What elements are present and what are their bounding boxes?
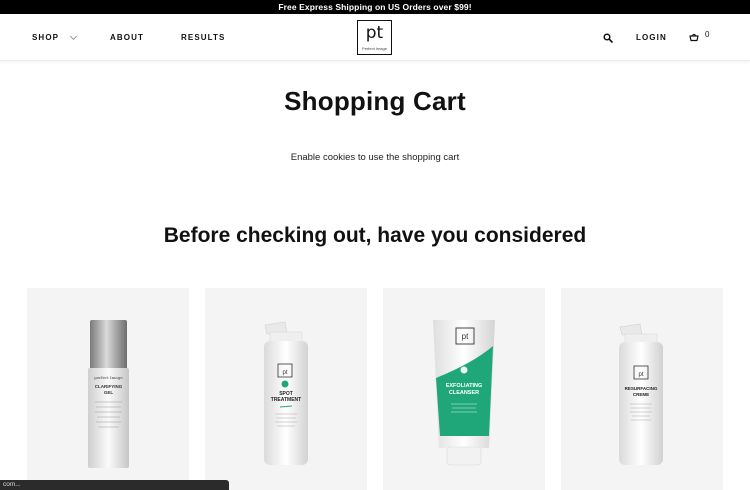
product-brand: perfect Image xyxy=(94,375,123,380)
product-card-exfoliating-cleanser[interactable]: pt EXFOLIATING CLEANSER xyxy=(383,288,545,490)
product-brand: pt xyxy=(638,372,643,378)
cart-count: 0 xyxy=(705,30,710,39)
nav-results[interactable]: RESULTS xyxy=(181,33,225,42)
nav-shop-label: SHOP xyxy=(32,33,60,42)
product-image-clarifying-gel: perfect Image CLARIFYING GEL xyxy=(88,320,129,468)
product-image-exfoliating-cleanser: pt EXFOLIATING CLEANSER xyxy=(433,320,495,466)
status-bar-url: com... xyxy=(0,480,229,490)
product-name-line1: EXFOLIATING xyxy=(446,383,483,389)
product-card-resurfacing-creme[interactable]: pt RESURFACING CREME xyxy=(561,288,723,490)
product-name-line1: CLARIFYING xyxy=(95,384,123,389)
promo-text: Free Express Shipping on US Orders over … xyxy=(278,2,472,12)
search-icon[interactable] xyxy=(603,33,613,43)
cart-icon xyxy=(689,33,699,42)
product-name-line2: CLEANSER xyxy=(449,390,479,396)
product-image-spot-treatment: pt SPOT TREATMENT xyxy=(264,321,308,465)
product-name-line2: GEL xyxy=(104,390,114,395)
product-name-line1: RESURFACING xyxy=(625,386,658,391)
brand-logo[interactable]: pt Perfect Image xyxy=(357,20,392,55)
recommendations-title: Before checking out, have you considered xyxy=(163,224,587,247)
login-link[interactable]: LOGIN xyxy=(636,33,667,42)
product-name-line2: CREME xyxy=(633,392,649,397)
logo-mark: pt xyxy=(365,23,384,43)
page-title: Shopping Cart xyxy=(284,86,466,116)
chevron-down-icon xyxy=(70,32,78,40)
cookie-message: Enable cookies to use the shopping cart xyxy=(290,152,460,163)
product-name-line2: TREATMENT xyxy=(271,397,301,403)
cart-button[interactable]: 0 xyxy=(689,30,709,42)
product-brand: pt xyxy=(282,370,287,376)
nav-shop[interactable]: SHOP xyxy=(32,32,78,42)
site-header: SHOP ABOUT RESULTS pt Perfect Image LOGI… xyxy=(0,14,750,61)
nav-about[interactable]: ABOUT xyxy=(110,33,144,42)
promo-bar: Free Express Shipping on US Orders over … xyxy=(0,0,750,14)
product-card-clarifying-gel[interactable]: perfect Image CLARIFYING GEL xyxy=(27,288,189,490)
logo-subtext: Perfect Image xyxy=(362,46,387,51)
product-brand: pt xyxy=(462,332,469,341)
product-card-spot-treatment[interactable]: pt SPOT TREATMENT xyxy=(205,288,367,490)
product-image-resurfacing-creme: pt RESURFACING CREME xyxy=(619,323,663,465)
